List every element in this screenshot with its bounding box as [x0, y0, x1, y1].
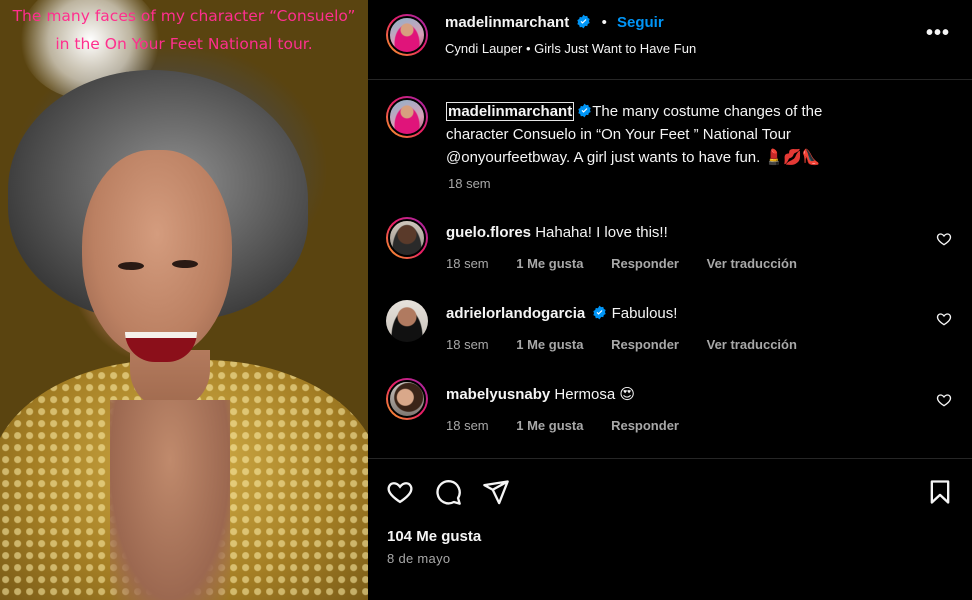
comment-likes[interactable]: 1 Me gusta — [516, 337, 583, 352]
translate-button[interactable]: Ver traducción — [707, 256, 797, 271]
face-shape — [82, 150, 232, 360]
post-caption: madelinmarchant The many costume changes … — [446, 100, 876, 169]
overlay-line-1: The many faces of my character “Consuelo… — [12, 7, 356, 25]
comment-item: adrielorlandogarcia Fabulous! — [446, 305, 677, 322]
commenter-avatar[interactable] — [386, 378, 428, 420]
media-overlay-text: The many faces of my character “Consuelo… — [0, 2, 368, 58]
comment-text: Hermosa 😍 — [554, 386, 636, 403]
header-divider — [368, 79, 972, 80]
comment-username[interactable]: guelo.flores — [446, 224, 531, 241]
heart-icon[interactable] — [936, 392, 952, 408]
comment-meta: 18 sem 1 Me gusta Responder — [446, 418, 703, 433]
caption-avatar[interactable] — [386, 96, 428, 138]
comment-likes[interactable]: 1 Me gusta — [516, 256, 583, 271]
comment-username[interactable]: mabelyusnaby — [446, 386, 550, 403]
comment-text: Hahaha! I love this!! — [535, 224, 668, 241]
likes-count[interactable]: 104 Me gusta — [387, 528, 481, 545]
caption-username[interactable]: madelinmarchant — [446, 102, 575, 121]
comment-icon[interactable] — [434, 478, 462, 506]
verified-badge-icon — [578, 103, 591, 118]
heart-icon[interactable] — [936, 311, 952, 327]
post-date[interactable]: 8 de mayo — [387, 551, 450, 566]
action-bar — [386, 478, 956, 506]
commenter-avatar[interactable] — [386, 217, 428, 259]
audio-track[interactable]: Cyndi Lauper • Girls Just Want to Have F… — [445, 41, 696, 56]
comment-username[interactable]: adrielorlandogarcia — [446, 305, 585, 322]
comment-text: Fabulous! — [611, 305, 678, 322]
overlay-line-2: in the On Your Feet National tour. — [55, 35, 313, 53]
verified-badge-icon — [593, 305, 607, 320]
post-header: madelinmarchant • Seguir — [445, 14, 664, 31]
comment-item: guelo.flores Hahaha! I love this!! — [446, 224, 668, 241]
caption-time[interactable]: 18 sem — [448, 176, 491, 191]
author-avatar[interactable] — [386, 14, 428, 56]
comments-divider — [368, 458, 972, 459]
comment-time[interactable]: 18 sem — [446, 418, 489, 433]
chest-shape — [110, 400, 230, 600]
translate-button[interactable]: Ver traducción — [707, 337, 797, 352]
right-eye — [172, 260, 198, 268]
reply-button[interactable]: Responder — [611, 256, 679, 271]
comment-likes[interactable]: 1 Me gusta — [516, 418, 583, 433]
reply-button[interactable]: Responder — [611, 337, 679, 352]
comment-time[interactable]: 18 sem — [446, 337, 489, 352]
more-options-icon[interactable]: ••• — [926, 22, 950, 46]
comment-time[interactable]: 18 sem — [446, 256, 489, 271]
comment-item: mabelyusnaby Hermosa 😍 — [446, 385, 635, 403]
comment-meta: 18 sem 1 Me gusta Responder Ver traducci… — [446, 337, 821, 352]
header-separator: • — [601, 14, 607, 31]
bookmark-icon[interactable] — [926, 478, 954, 506]
share-icon[interactable] — [482, 478, 510, 506]
comment-meta: 18 sem 1 Me gusta Responder Ver traducci… — [446, 256, 821, 271]
author-username[interactable]: madelinmarchant — [445, 14, 569, 31]
verified-badge-icon — [577, 14, 591, 29]
reply-button[interactable]: Responder — [611, 418, 679, 433]
left-eye — [118, 262, 144, 270]
commenter-avatar[interactable] — [386, 300, 428, 342]
post-media[interactable]: The many faces of my character “Consuelo… — [0, 0, 368, 600]
heart-icon[interactable] — [386, 478, 414, 506]
heart-icon[interactable] — [936, 231, 952, 247]
follow-button[interactable]: Seguir — [617, 14, 664, 31]
post-details-panel: madelinmarchant • Seguir Cyndi Lauper • … — [368, 0, 972, 600]
